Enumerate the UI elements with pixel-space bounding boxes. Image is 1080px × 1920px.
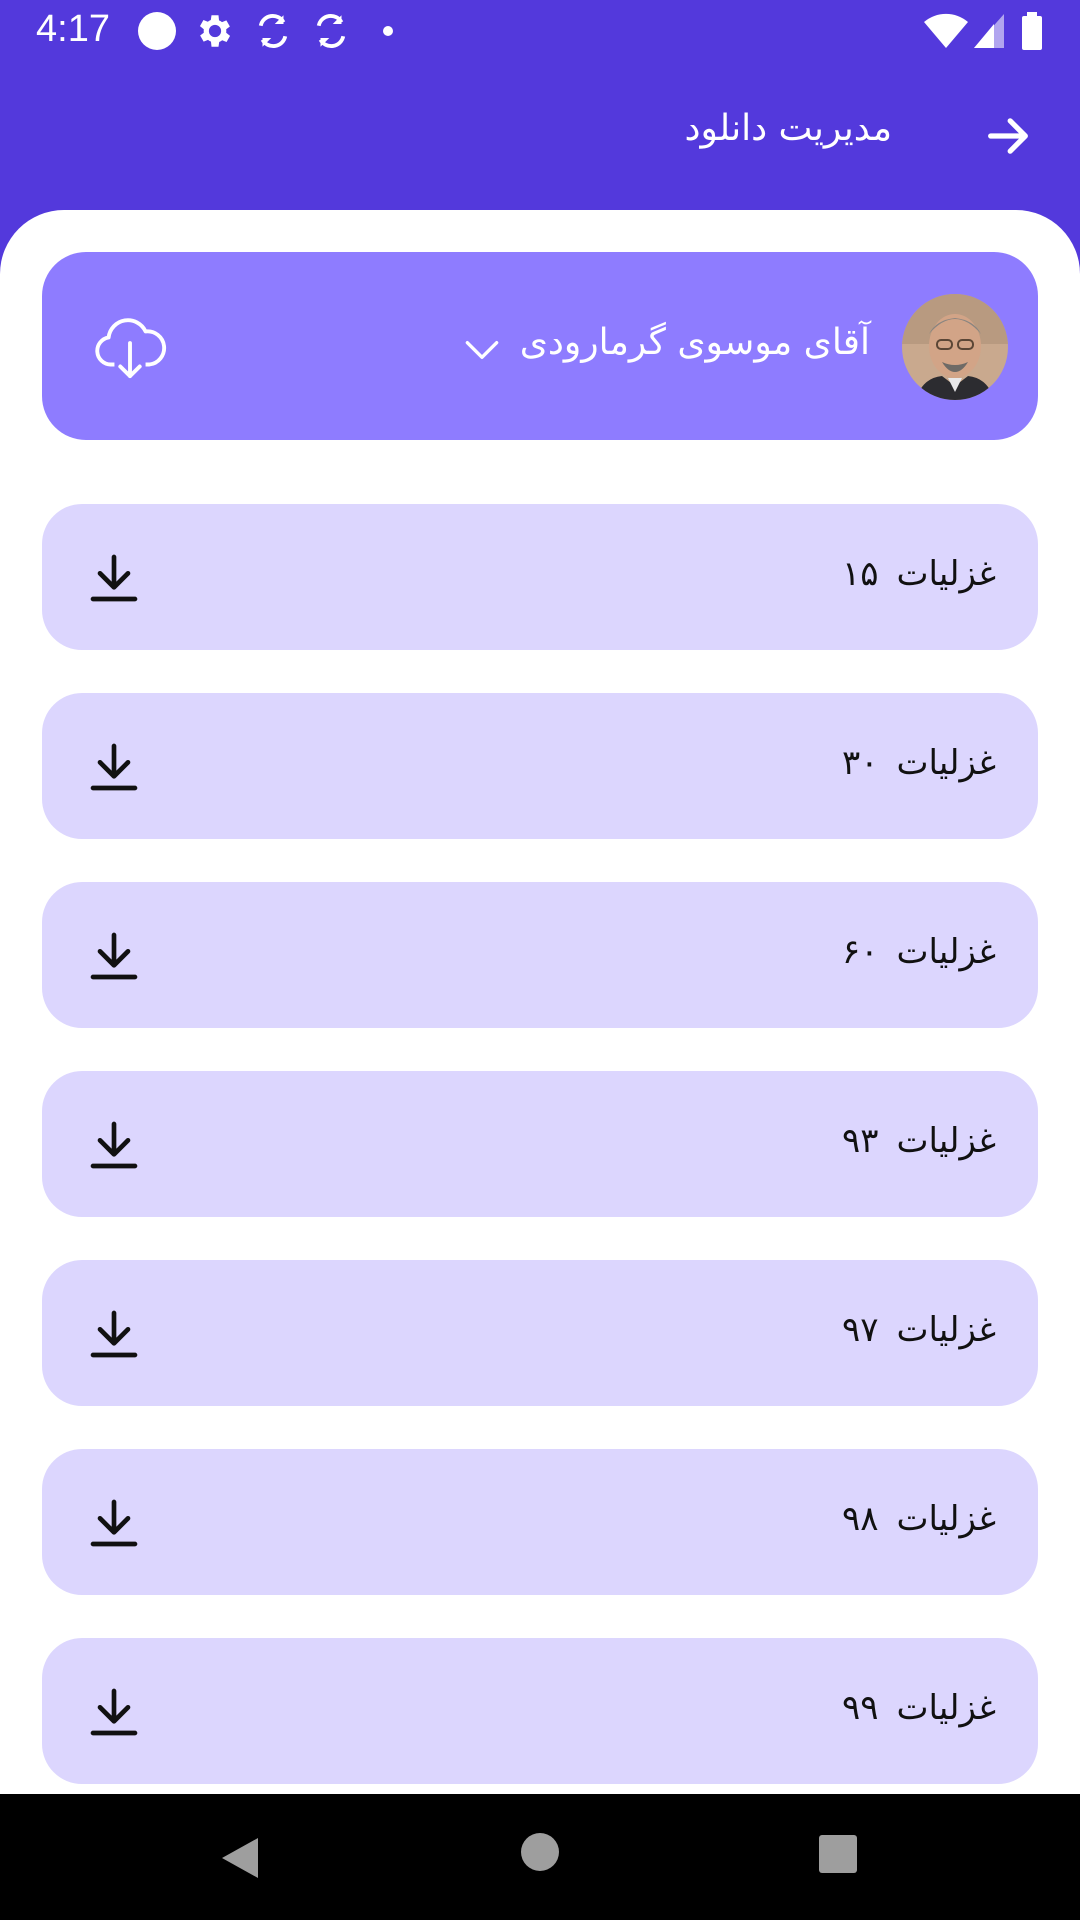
item-title: غزلیات [896, 1499, 996, 1539]
item-number: ۹۸ [841, 1499, 879, 1539]
sync-icon [316, 13, 346, 49]
list-item[interactable]: غزلیات ۳۰ [42, 693, 1038, 839]
download-icon[interactable] [86, 550, 142, 606]
arrow-right-icon [988, 118, 1028, 154]
list-item[interactable]: غزلیات ۱۵ [42, 504, 1038, 650]
item-number: ۹۷ [841, 1310, 879, 1350]
poet-avatar [902, 294, 1008, 400]
wifi-icon [924, 13, 968, 49]
list-item[interactable]: غزلیات ۹۳ [42, 1071, 1038, 1217]
cloud-download-icon[interactable] [92, 312, 168, 382]
status-time: 4:17 [36, 8, 110, 50]
item-label: غزلیات ۹۹ [842, 1688, 996, 1728]
download-icon[interactable] [86, 1306, 142, 1362]
item-label: غزلیات ۹۳ [842, 1121, 996, 1161]
sync-icon [258, 13, 288, 49]
item-label: غزلیات ۶۰ [842, 932, 996, 972]
download-icon[interactable] [86, 928, 142, 984]
item-number: ۳۰ [841, 743, 879, 783]
download-icon[interactable] [86, 1117, 142, 1173]
page-title: مدیریت دانلود [684, 108, 892, 149]
item-label: غزلیات ۹۷ [842, 1310, 996, 1350]
dot-icon [383, 26, 393, 36]
item-number: ۶۰ [841, 932, 879, 972]
item-label: غزلیات ۹۸ [842, 1499, 996, 1539]
item-title: غزلیات [896, 932, 996, 972]
item-label: غزلیات ۱۵ [842, 554, 996, 594]
item-title: غزلیات [896, 1310, 996, 1350]
content-sheet: آقای موسوی گرمارودی غزلیات ۱۵ غزلیات ۳۰ … [0, 210, 1080, 1794]
item-number: ۹۹ [841, 1688, 879, 1728]
item-number: ۱۵ [841, 554, 879, 594]
item-title: غزلیات [896, 554, 996, 594]
gear-icon [199, 15, 231, 47]
item-title: غزلیات [896, 1121, 996, 1161]
list-item[interactable]: غزلیات ۹۹ [42, 1638, 1038, 1784]
signal-icon [974, 14, 1004, 48]
list-item[interactable]: غزلیات ۹۷ [42, 1260, 1038, 1406]
item-number: ۹۳ [841, 1121, 879, 1161]
system-nav-bar [0, 1794, 1080, 1920]
circle-icon [138, 12, 176, 50]
item-title: غزلیات [896, 743, 996, 783]
list-item[interactable]: غزلیات ۹۸ [42, 1449, 1038, 1595]
nav-home-icon[interactable] [520, 1832, 560, 1872]
item-title: غزلیات [896, 1688, 996, 1728]
download-icon[interactable] [86, 1684, 142, 1740]
app-header: مدیریت دانلود [0, 64, 1080, 210]
status-bar: 4:17 [0, 0, 1080, 64]
chevron-down-icon[interactable] [460, 328, 504, 372]
item-label: غزلیات ۳۰ [842, 743, 996, 783]
nav-recents-icon[interactable] [818, 1834, 858, 1874]
list-item[interactable]: غزلیات ۶۰ [42, 882, 1038, 1028]
download-icon[interactable] [86, 739, 142, 795]
battery-icon [1022, 12, 1042, 50]
download-icon[interactable] [86, 1495, 142, 1551]
nav-back-icon[interactable] [218, 1834, 262, 1882]
poet-name: آقای موسوی گرمارودی [519, 322, 870, 363]
poet-selector[interactable]: آقای موسوی گرمارودی [42, 252, 1038, 440]
back-button[interactable] [980, 108, 1036, 164]
